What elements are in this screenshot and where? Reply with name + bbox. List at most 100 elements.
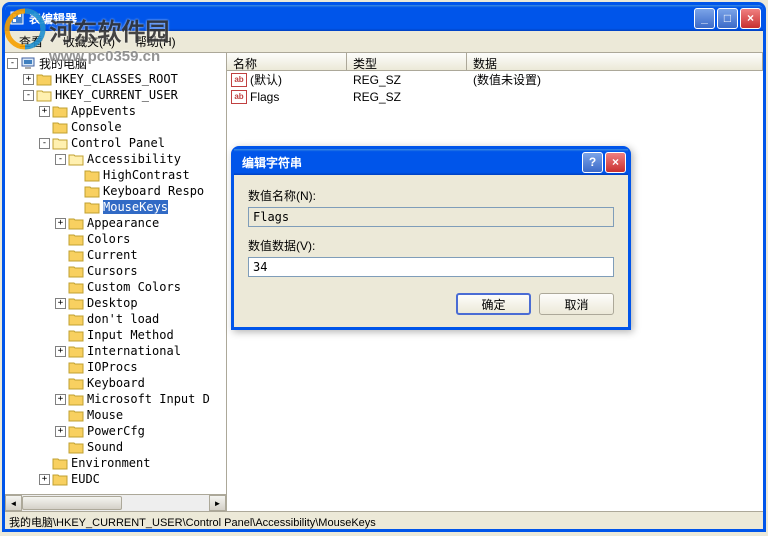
tree-item[interactable]: + EUDC: [7, 471, 224, 487]
tree-item[interactable]: Input Method: [7, 327, 224, 343]
tree-label[interactable]: Keyboard: [87, 376, 145, 390]
tree-label[interactable]: IOProcs: [87, 360, 138, 374]
list-row[interactable]: abFlagsREG_SZ: [227, 88, 763, 105]
tree-item[interactable]: + Microsoft Input D: [7, 391, 224, 407]
list-body[interactable]: ab(默认)REG_SZ(数值未设置)abFlagsREG_SZ: [227, 71, 763, 105]
computer-icon: [20, 57, 36, 70]
tree-item[interactable]: Keyboard: [7, 375, 224, 391]
tree-label[interactable]: Desktop: [87, 296, 138, 310]
tree-label[interactable]: HKEY_CURRENT_USER: [55, 88, 178, 102]
titlebar[interactable]: 表编辑器 _ □ ×: [5, 5, 763, 31]
tree-root-label[interactable]: 我的电脑: [39, 55, 87, 72]
tree-label[interactable]: don't load: [87, 312, 159, 326]
tree-item[interactable]: Mouse: [7, 407, 224, 423]
tree-item[interactable]: HighContrast: [7, 167, 224, 183]
tree-item[interactable]: - Control Panel: [7, 135, 224, 151]
tree-label[interactable]: Mouse: [87, 408, 123, 422]
folder-icon: [84, 201, 100, 214]
minimize-button[interactable]: _: [694, 8, 715, 29]
scroll-track[interactable]: [22, 495, 209, 511]
folder-icon: [68, 409, 84, 422]
tree-item[interactable]: + Appearance: [7, 215, 224, 231]
scroll-right-button[interactable]: ►: [209, 495, 226, 511]
menu-view[interactable]: 查看: [11, 31, 51, 52]
tree-item[interactable]: Current: [7, 247, 224, 263]
tree-label[interactable]: International: [87, 344, 181, 358]
expander[interactable]: +: [55, 218, 66, 229]
horizontal-scrollbar[interactable]: ◄ ►: [5, 494, 226, 511]
tree-item[interactable]: + International: [7, 343, 224, 359]
tree-label[interactable]: PowerCfg: [87, 424, 145, 438]
tree-item[interactable]: + PowerCfg: [7, 423, 224, 439]
expander-placeholder: [55, 266, 66, 277]
value-type: REG_SZ: [347, 90, 467, 104]
expander[interactable]: +: [55, 394, 66, 405]
tree-item[interactable]: Colors: [7, 231, 224, 247]
expander[interactable]: +: [55, 298, 66, 309]
column-name[interactable]: 名称: [227, 53, 347, 70]
close-button[interactable]: ×: [740, 8, 761, 29]
tree-label[interactable]: Colors: [87, 232, 130, 246]
tree-item[interactable]: Cursors: [7, 263, 224, 279]
tree-item[interactable]: IOProcs: [7, 359, 224, 375]
tree-label[interactable]: HighContrast: [103, 168, 190, 182]
tree-label[interactable]: Accessibility: [87, 152, 181, 166]
expander-placeholder: [39, 122, 50, 133]
expander[interactable]: +: [39, 474, 50, 485]
tree-label[interactable]: Control Panel: [71, 136, 165, 150]
tree-label[interactable]: Microsoft Input D: [87, 392, 210, 406]
expander[interactable]: +: [39, 106, 50, 117]
registry-tree[interactable]: - 我的电脑 + HKEY_CLASSES_ROOT - HKEY_CURRENT_USE…: [5, 53, 226, 511]
tree-label[interactable]: Input Method: [87, 328, 174, 342]
tree-item[interactable]: don't load: [7, 311, 224, 327]
column-type[interactable]: 类型: [347, 53, 467, 70]
scroll-left-button[interactable]: ◄: [5, 495, 22, 511]
tree-label[interactable]: AppEvents: [71, 104, 136, 118]
tree-item[interactable]: Environment: [7, 455, 224, 471]
value-name-input[interactable]: [248, 207, 614, 227]
scroll-thumb[interactable]: [22, 496, 122, 510]
tree-label[interactable]: EUDC: [71, 472, 100, 486]
tree-label[interactable]: Keyboard Respo: [103, 184, 204, 198]
tree-item[interactable]: Custom Colors: [7, 279, 224, 295]
tree-label[interactable]: Sound: [87, 440, 123, 454]
tree-label[interactable]: Environment: [71, 456, 150, 470]
tree-label[interactable]: Cursors: [87, 264, 138, 278]
tree-label[interactable]: Console: [71, 120, 122, 134]
expander[interactable]: -: [39, 138, 50, 149]
tree-item[interactable]: MouseKeys: [7, 199, 224, 215]
expander[interactable]: -: [7, 58, 18, 69]
tree-item[interactable]: + HKEY_CLASSES_ROOT: [7, 71, 224, 87]
menu-help[interactable]: 帮助(H): [127, 31, 184, 52]
tree-label[interactable]: MouseKeys: [103, 200, 168, 214]
ok-button[interactable]: 确定: [456, 293, 531, 315]
tree-item[interactable]: Keyboard Respo: [7, 183, 224, 199]
tree-item[interactable]: + Desktop: [7, 295, 224, 311]
maximize-button[interactable]: □: [717, 8, 738, 29]
dialog-close-button[interactable]: ×: [605, 152, 626, 173]
expander[interactable]: -: [55, 154, 66, 165]
list-header[interactable]: 名称 类型 数据: [227, 53, 763, 71]
column-data[interactable]: 数据: [467, 53, 763, 70]
tree-item[interactable]: - HKEY_CURRENT_USER: [7, 87, 224, 103]
tree-item[interactable]: Console: [7, 119, 224, 135]
list-row[interactable]: ab(默认)REG_SZ(数值未设置): [227, 71, 763, 88]
tree-label[interactable]: Appearance: [87, 216, 159, 230]
tree-label[interactable]: HKEY_CLASSES_ROOT: [55, 72, 178, 86]
expander[interactable]: +: [55, 346, 66, 357]
cancel-button[interactable]: 取消: [539, 293, 614, 315]
tree-label[interactable]: Custom Colors: [87, 280, 181, 294]
dialog-help-button[interactable]: ?: [582, 152, 603, 173]
folder-icon: [68, 329, 84, 342]
tree-label[interactable]: Current: [87, 248, 138, 262]
tree-item[interactable]: - Accessibility: [7, 151, 224, 167]
expander[interactable]: +: [23, 74, 34, 85]
menu-favorites[interactable]: 收藏夹(A): [55, 31, 123, 52]
dialog-titlebar[interactable]: 编辑字符串 ? ×: [234, 149, 628, 175]
expander[interactable]: -: [23, 90, 34, 101]
tree-item[interactable]: Sound: [7, 439, 224, 455]
value-data-input[interactable]: [248, 257, 614, 277]
tree-item[interactable]: + AppEvents: [7, 103, 224, 119]
expander[interactable]: +: [55, 426, 66, 437]
expander-placeholder: [55, 378, 66, 389]
